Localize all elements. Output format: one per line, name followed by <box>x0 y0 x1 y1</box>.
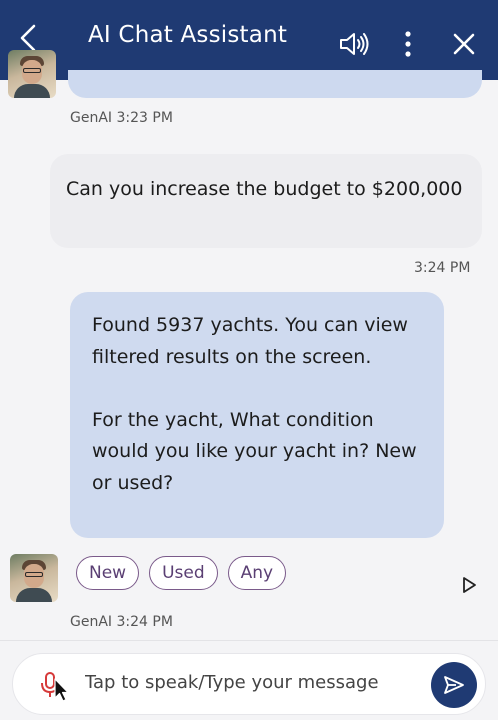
mouse-cursor-icon <box>54 678 69 702</box>
close-button[interactable] <box>444 24 484 64</box>
assistant-avatar <box>8 50 56 98</box>
chat-area[interactable]: GenAI 3:23 PM Can you increase the budge… <box>0 50 498 640</box>
chip-any[interactable]: Any <box>227 556 287 590</box>
quick-reply-chips: New Used Any <box>76 556 287 590</box>
app-header: AI Chat Assistant <box>0 0 498 80</box>
message-composer <box>12 653 486 715</box>
send-icon <box>444 676 464 694</box>
assistant-avatar <box>10 554 58 602</box>
play-button[interactable] <box>460 576 478 594</box>
more-options-button[interactable] <box>394 24 422 64</box>
send-button[interactable] <box>431 662 477 708</box>
bot-message-bubble: Found 5937 yachts. You can view filtered… <box>70 292 444 538</box>
chip-used[interactable]: Used <box>149 556 218 590</box>
message-meta: GenAI 3:23 PM <box>70 110 173 126</box>
speaker-button[interactable] <box>334 24 374 64</box>
chevron-left-icon <box>20 24 36 52</box>
input-bar <box>0 640 498 720</box>
close-icon <box>453 33 475 55</box>
user-message-bubble: Can you increase the budget to $200,000 <box>50 154 482 248</box>
message-time: 3:24 PM <box>414 260 471 276</box>
message-meta: GenAI 3:24 PM <box>70 614 173 630</box>
previous-bot-bubble <box>68 70 482 98</box>
message-input[interactable] <box>85 672 415 693</box>
page-title: AI Chat Assistant <box>88 22 288 48</box>
more-vertical-icon <box>405 31 411 57</box>
chip-new[interactable]: New <box>76 556 140 590</box>
speaker-icon <box>340 33 369 55</box>
play-icon <box>463 577 476 593</box>
chat-app: AI Chat Assistant GenAI 3:23 PM Can you … <box>0 0 498 720</box>
